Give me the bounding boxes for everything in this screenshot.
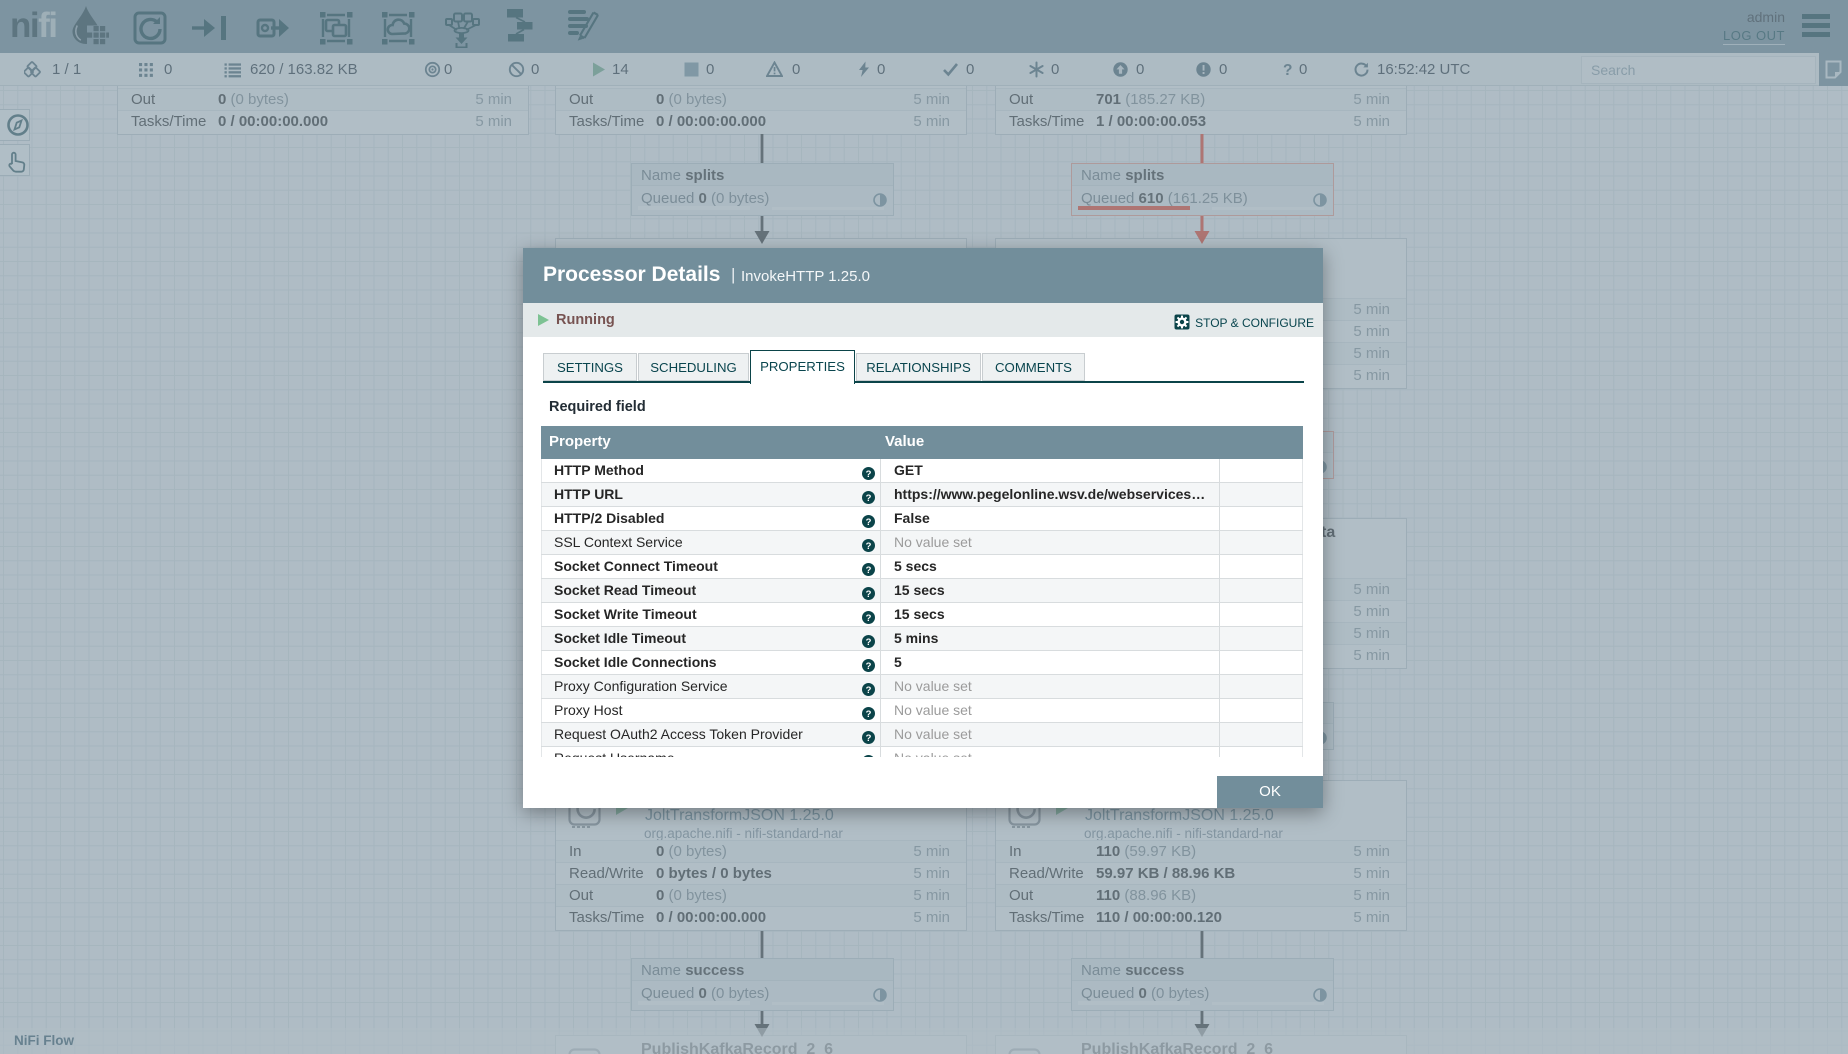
svg-text:?: ? bbox=[866, 709, 872, 720]
svg-text:?: ? bbox=[866, 661, 872, 672]
svg-text:?: ? bbox=[866, 517, 872, 528]
svg-text:?: ? bbox=[866, 637, 872, 648]
svg-text:?: ? bbox=[866, 733, 872, 744]
svg-text:?: ? bbox=[866, 685, 872, 696]
svg-text:?: ? bbox=[866, 541, 872, 552]
svg-text:?: ? bbox=[866, 469, 872, 480]
svg-text:?: ? bbox=[866, 613, 872, 624]
svg-text:?: ? bbox=[866, 493, 872, 504]
svg-text:?: ? bbox=[866, 589, 872, 600]
svg-text:?: ? bbox=[866, 565, 872, 576]
